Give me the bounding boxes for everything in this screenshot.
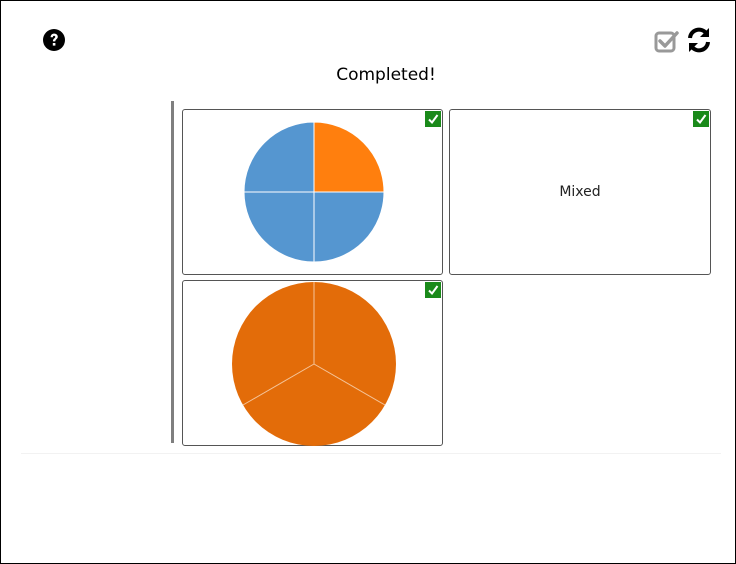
status-title: Completed!: [336, 65, 436, 85]
refresh-icon[interactable]: [685, 26, 713, 54]
help-icon[interactable]: [42, 28, 66, 52]
vertical-divider: [171, 101, 174, 443]
pie-slice-1: [313, 121, 385, 193]
correct-check-badge: [693, 111, 709, 127]
checkmark-icon: [428, 114, 439, 125]
checkmark-icon: [696, 114, 707, 125]
answer-card-pie-thirds[interactable]: [182, 280, 443, 446]
checkmark-icon: [428, 285, 439, 296]
answer-card-pie-quarter[interactable]: [182, 109, 443, 275]
pie-slice-2: [313, 191, 385, 263]
correct-check-badge: [425, 282, 441, 298]
check-answer-icon[interactable]: [654, 28, 680, 54]
pie-slice-3: [243, 191, 315, 263]
pie-chart-quarters: [243, 121, 385, 263]
pie-slice-4: [243, 121, 315, 193]
content-separator: [21, 453, 721, 454]
card-label: Mixed: [559, 184, 601, 200]
answer-card-text[interactable]: Mixed: [449, 109, 711, 275]
correct-check-badge: [425, 111, 441, 127]
pie-chart-thirds: [232, 282, 396, 446]
app-frame: Completed! Mixed: [0, 0, 736, 564]
